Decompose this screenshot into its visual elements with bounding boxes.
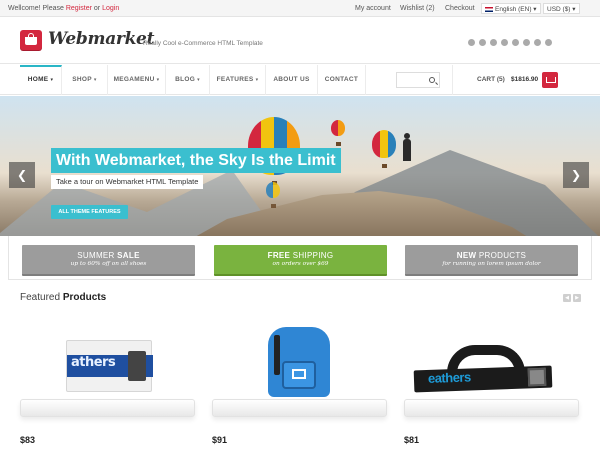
main-nav: HOME ▾ SHOP ▾ MEGAMENU ▾ BLOG ▾ FEATURES ▾ AB… <box>0 65 600 95</box>
product-image-wallet[interactable]: athers <box>66 340 153 392</box>
nav-shop[interactable]: SHOP ▾ <box>62 65 108 95</box>
windows-icon[interactable] <box>545 39 552 46</box>
cart-summary[interactable]: CART (5) $1816.90 <box>452 65 600 95</box>
chevron-down-icon: ▾ <box>197 77 200 83</box>
register-link[interactable]: Register <box>66 5 92 12</box>
carousel-next-icon[interactable]: ▶ <box>573 294 581 302</box>
checkout-link[interactable]: Checkout <box>445 5 475 12</box>
cart-label: CART (5) <box>477 76 505 83</box>
chevron-down-icon: ▾ <box>533 6 537 13</box>
top-bar: Wellcome! Please Register or Login My ac… <box>0 0 600 17</box>
theme-features-button[interactable]: ALL THEME FEATURES <box>51 205 128 219</box>
search-icon[interactable] <box>429 77 435 83</box>
hero-title: With Webmarket, the Sky Is the Limit <box>51 148 341 173</box>
apple-icon[interactable] <box>534 39 541 46</box>
cart-icon[interactable] <box>542 72 558 88</box>
chevron-down-icon: ▾ <box>255 77 259 83</box>
login-link[interactable]: Login <box>102 5 119 12</box>
product-shelf <box>404 399 579 417</box>
wordpress-icon[interactable] <box>512 39 519 46</box>
language-select[interactable]: English (EN) ▾ <box>481 3 541 14</box>
chevron-down-icon: ▾ <box>156 77 160 83</box>
twitter-icon[interactable] <box>490 39 497 46</box>
search-input[interactable] <box>396 72 440 88</box>
welcome-message: Wellcome! Please Register or Login <box>8 5 120 12</box>
skype-icon[interactable] <box>479 39 486 46</box>
tagline: Really Cool e-Commerce HTML Template <box>143 40 263 47</box>
chevron-down-icon: ▾ <box>50 77 54 83</box>
social-icons <box>468 39 552 46</box>
product-shelf <box>20 399 195 417</box>
hot-air-balloon <box>331 120 345 146</box>
flag-icon <box>485 6 493 12</box>
cart-total: $1816.90 <box>511 76 539 83</box>
featured-products-heading: Featured Products <box>20 292 107 303</box>
nav-megamenu[interactable]: MEGAMENU ▾ <box>108 65 166 95</box>
nav-about-us[interactable]: ABOUT US <box>266 65 318 95</box>
product-shelf <box>212 399 387 417</box>
shopping-bag-icon[interactable] <box>20 30 42 50</box>
wishlist-link[interactable]: Wishlist (2) <box>400 5 435 12</box>
facebook-icon[interactable] <box>468 39 475 46</box>
carousel-prev-icon[interactable]: ◀ <box>563 294 571 302</box>
promo-summer-sale[interactable]: SUMMER SALE up to 60% off on all shoes <box>22 245 195 276</box>
chevron-down-icon: ▾ <box>572 6 576 13</box>
hero-slider: With Webmarket, the Sky Is the Limit Tak… <box>0 96 600 236</box>
product-price: $83 <box>20 435 36 445</box>
product-price: $81 <box>404 435 420 445</box>
nav-blog[interactable]: BLOG ▾ <box>166 65 210 95</box>
nav-contact[interactable]: CONTACT <box>318 65 366 95</box>
product-image-backpack[interactable] <box>268 327 330 397</box>
slider-prev-icon[interactable]: ❮ <box>9 162 35 188</box>
hiker-figure <box>403 133 411 161</box>
nav-features[interactable]: FEATURES ▾ <box>210 65 266 95</box>
site-header: Webmarket Really Cool e-Commerce HTML Te… <box>0 17 600 64</box>
chevron-down-icon: ▾ <box>93 77 97 83</box>
hero-subtitle: Take a tour on Webmarket HTML Template <box>51 175 204 189</box>
product-image-belt[interactable]: eathers <box>413 365 553 393</box>
hot-air-balloon <box>266 182 280 208</box>
slider-next-icon[interactable]: ❯ <box>563 162 589 188</box>
currency-select[interactable]: USD ($) ▾ <box>543 3 580 14</box>
android-icon[interactable] <box>523 39 530 46</box>
promo-free-shipping[interactable]: FREE SHIPPING on orders over $69 <box>214 245 387 276</box>
rss-icon[interactable] <box>501 39 508 46</box>
hot-air-balloon <box>372 130 396 168</box>
nav-home[interactable]: HOME ▾ <box>20 65 62 95</box>
product-price: $91 <box>212 435 228 445</box>
site-logo[interactable]: Webmarket <box>48 29 154 49</box>
promo-new-products[interactable]: NEW PRODUCTS for running on lorem ipsum … <box>405 245 578 276</box>
my-account-link[interactable]: My account <box>355 5 391 12</box>
